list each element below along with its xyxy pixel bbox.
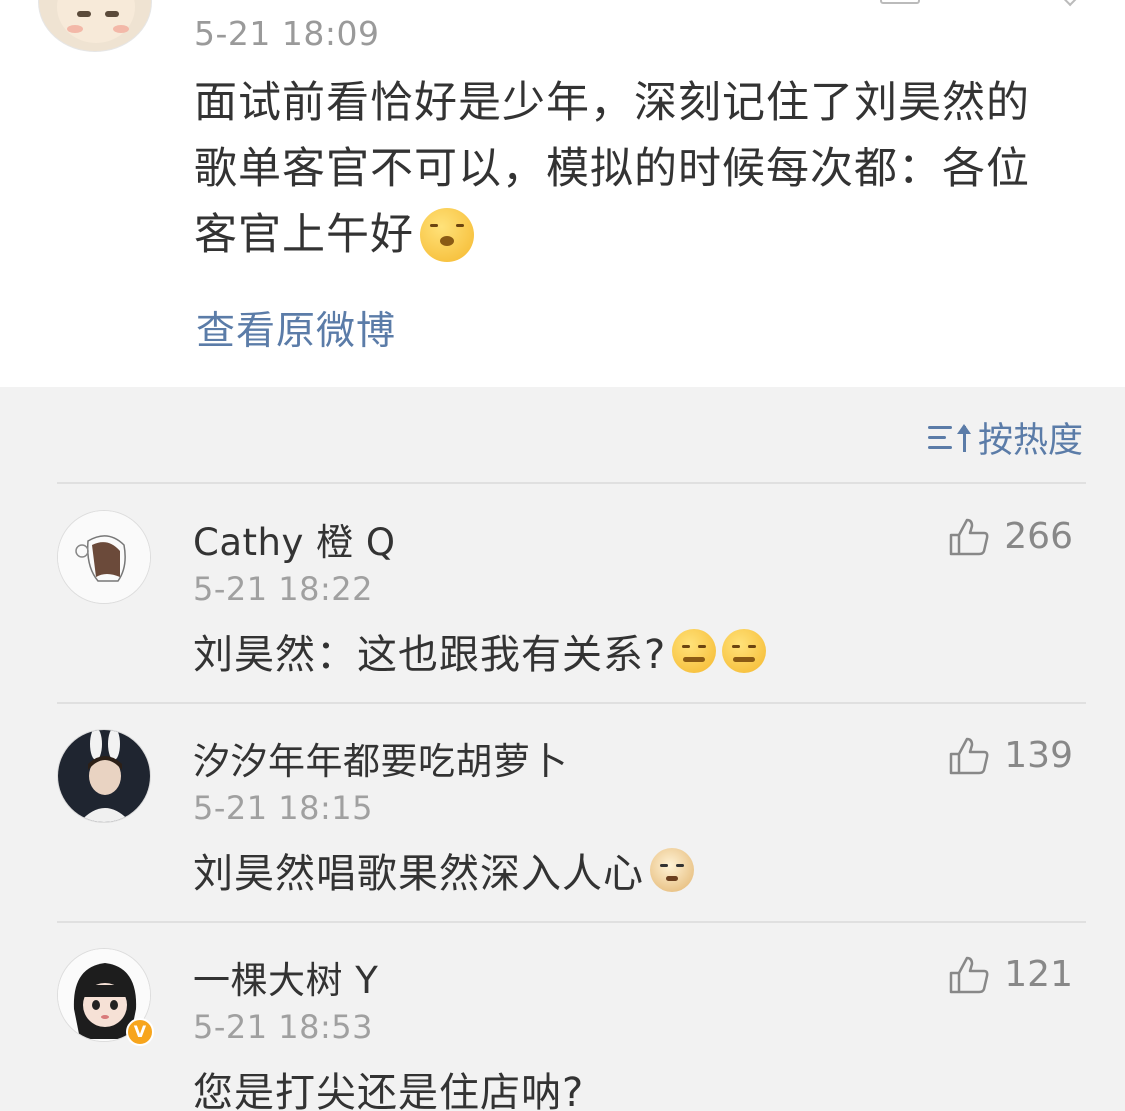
thumbs-up-icon bbox=[950, 737, 989, 774]
like-button[interactable]: 139 bbox=[948, 735, 1073, 776]
like-button[interactable]: 121 bbox=[948, 954, 1073, 995]
comment-timestamp: 5-21 18:22 bbox=[193, 570, 374, 608]
comment-text: 您是打尖还是住店呐? bbox=[193, 1060, 584, 1111]
original-post: 5-21 18:09 面试前看恰好是少年，深刻记住了刘昊然的 歌单客官不可以，模… bbox=[0, 0, 1125, 387]
commenter-name[interactable]: Cathy 橙 Q bbox=[193, 512, 396, 566]
comment-item: V 一棵大树 Y 5-21 18:53 您是打尖还是住店呐? 121 bbox=[0, 922, 1125, 1111]
post-author-avatar[interactable] bbox=[38, 0, 152, 52]
commenter-avatar[interactable] bbox=[57, 729, 151, 823]
comment-timestamp: 5-21 18:53 bbox=[193, 1008, 374, 1046]
comment-item: Cathy 橙 Q 5-21 18:22 刘昊然：这也跟我有关系? 266 bbox=[0, 484, 1125, 704]
like-count: 139 bbox=[1004, 735, 1073, 776]
like-count: 121 bbox=[1004, 954, 1073, 995]
post-text-line: 客官上午好 bbox=[194, 210, 414, 260]
post-text-line: 歌单客官不可以，模拟的时候每次都：各位 bbox=[194, 144, 1030, 194]
sort-label: 按热度 bbox=[977, 421, 1083, 461]
post-text-line: 面试前看恰好是少年，深刻记住了刘昊然的 bbox=[194, 78, 1030, 128]
like-button[interactable]: 266 bbox=[948, 516, 1073, 557]
comment-item: 汐汐年年都要吃胡萝卜 5-21 18:15 刘昊然唱歌果然深入人心 139 bbox=[0, 703, 1125, 923]
thumbs-up-icon bbox=[950, 518, 989, 555]
post-timestamp: 5-21 18:09 bbox=[194, 14, 380, 53]
commenter-name[interactable]: 一棵大树 Y bbox=[193, 950, 378, 1004]
sort-by-hot-button[interactable]: 按热度 bbox=[927, 412, 1083, 463]
comment-text: 刘昊然唱歌果然深入人心 bbox=[193, 841, 694, 899]
more-icon[interactable] bbox=[880, 0, 920, 4]
confused-emoji-icon bbox=[672, 629, 717, 673]
comment-timestamp: 5-21 18:15 bbox=[193, 789, 374, 827]
sort-icon bbox=[927, 420, 971, 456]
like-count: 266 bbox=[1004, 516, 1073, 557]
commenter-avatar[interactable] bbox=[57, 510, 151, 604]
doge-emoji-icon bbox=[650, 848, 694, 892]
comment-text-content: 您是打尖还是住店呐? bbox=[193, 1070, 585, 1111]
confused-emoji-icon bbox=[722, 629, 767, 673]
yawn-emoji-icon bbox=[420, 208, 474, 262]
comment-text: 刘昊然：这也跟我有关系? bbox=[193, 622, 767, 680]
chevron-down-icon[interactable] bbox=[1058, 0, 1078, 7]
post-body: 面试前看恰好是少年，深刻记住了刘昊然的 歌单客官不可以，模拟的时候每次都：各位 … bbox=[194, 70, 1074, 268]
comment-text-content: 刘昊然唱歌果然深入人心 bbox=[193, 851, 644, 897]
view-original-link[interactable]: 查看原微博 bbox=[196, 300, 396, 356]
comment-text-content: 刘昊然：这也跟我有关系? bbox=[193, 632, 667, 678]
verified-badge-icon: V bbox=[126, 1018, 154, 1046]
commenter-name[interactable]: 汐汐年年都要吃胡萝卜 bbox=[193, 731, 568, 785]
thumbs-up-icon bbox=[950, 956, 989, 993]
